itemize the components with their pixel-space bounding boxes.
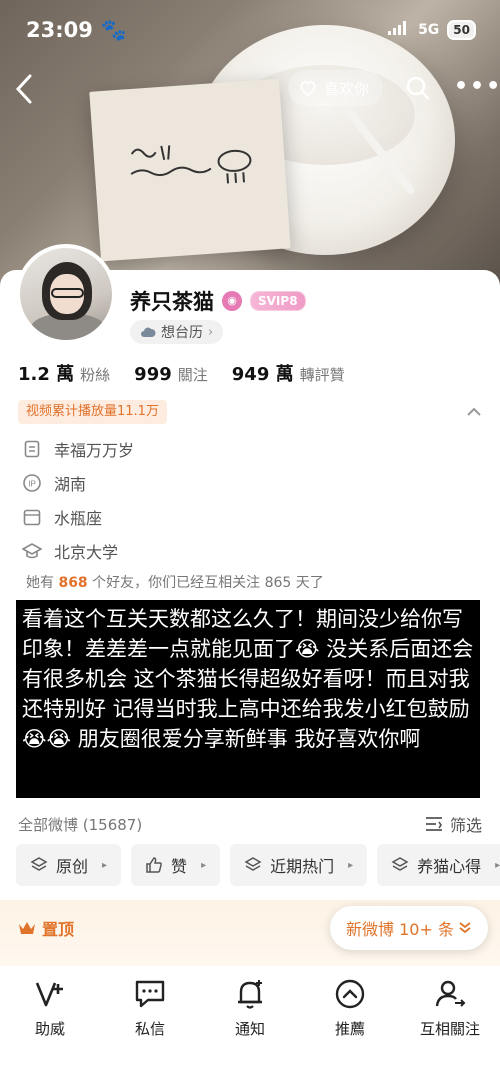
- info-text: 北京大学: [54, 543, 119, 562]
- info-text: 湖南: [54, 475, 87, 494]
- like-button[interactable]: 喜欢你: [288, 70, 384, 106]
- double-chevron-down-icon: [458, 919, 472, 938]
- nav-notify[interactable]: 通知: [205, 976, 295, 1080]
- caption-overlay: 看着这个互关天数都这么久了！期间没少给你写印象！差差差一点就能见面了😭 没关系后…: [16, 600, 480, 798]
- nav-cheer[interactable]: 助威: [5, 976, 95, 1080]
- nav-recommend[interactable]: 推薦: [305, 976, 395, 1080]
- pinned-label[interactable]: 置顶: [18, 916, 74, 940]
- chip-label: 养猫心得: [417, 857, 482, 876]
- play-count-tag[interactable]: 视频累计播放量11.1万: [18, 400, 167, 424]
- crown-icon: [19, 922, 35, 934]
- graduation-cap-icon: [22, 541, 42, 561]
- profile-name-row: 养只茶猫 ◉ SVIP8: [130, 286, 306, 316]
- nav-label: 推薦: [334, 1020, 365, 1038]
- search-icon: [406, 76, 430, 100]
- profile-stats: 1.2 萬 粉絲 999 關注 949 萬 轉評贊: [18, 360, 345, 386]
- more-button[interactable]: •••: [454, 74, 500, 104]
- chip-label: 赞: [171, 857, 188, 876]
- chip-trending[interactable]: 近期热门 ▸: [230, 844, 368, 886]
- stat-likes[interactable]: 949 萬 轉評贊: [232, 360, 345, 386]
- bottom-action-bar: 助威 私信 通知 推薦 互相關注: [0, 966, 500, 1080]
- filter-button[interactable]: 筛选: [424, 812, 482, 836]
- weibo-category-chips: 原创 ▸ 赞 ▸ 近期热门 ▸ 养猫心得 ▸: [16, 844, 500, 886]
- user-follow-icon: [435, 980, 466, 1007]
- filter-label: 筛选: [449, 816, 482, 835]
- paw-icon: 🐾: [100, 17, 128, 42]
- stat-label: 粉絲: [80, 366, 111, 384]
- info-ip: IP 湖南: [22, 466, 482, 500]
- layers-icon: [244, 857, 262, 871]
- status-bar: 23:09 🐾 5G 50: [0, 0, 500, 60]
- nav-label: 助威: [34, 1020, 65, 1038]
- weibo-count[interactable]: 全部微博 (15687): [18, 814, 142, 835]
- mutual-friends-line[interactable]: 她有 868 个好友，你们已经互相关注 865 天了: [26, 572, 324, 592]
- v-plus-icon: [35, 982, 63, 1007]
- search-button[interactable]: [404, 74, 434, 104]
- info-text: 水瓶座: [54, 509, 103, 528]
- chat-icon: [135, 980, 165, 1008]
- info-text: 幸福万万岁: [54, 441, 135, 460]
- new-weibo-label: 新微博 10+ 条: [346, 920, 454, 939]
- triangle-right-icon: ▸: [102, 859, 108, 871]
- battery-icon: 50: [447, 20, 476, 40]
- info-zodiac: 水瓶座: [22, 500, 482, 534]
- like-button-label: 喜欢你: [324, 79, 370, 98]
- layers-icon: [30, 857, 48, 871]
- info-school: 北京大学: [22, 534, 482, 568]
- back-button[interactable]: [12, 72, 42, 108]
- chevron-up-icon[interactable]: [464, 402, 484, 422]
- stat-number: 999: [134, 364, 172, 385]
- thumbs-up-icon: [146, 857, 162, 873]
- triangle-right-icon: ▸: [495, 859, 500, 871]
- more-icon: •••: [454, 74, 500, 99]
- chip-likes[interactable]: 赞 ▸: [131, 844, 221, 886]
- top-nav: 喜欢你 •••: [0, 70, 500, 110]
- nav-label: 互相關注: [419, 1020, 480, 1038]
- signal-icon: [388, 21, 410, 39]
- new-weibo-button[interactable]: 新微博 10+ 条: [330, 906, 488, 950]
- friend-count: 868: [58, 575, 88, 591]
- stat-followers[interactable]: 1.2 萬 粉絲: [18, 360, 110, 386]
- stat-label: 關注: [177, 366, 208, 384]
- verified-badge-icon[interactable]: ◉: [222, 291, 242, 311]
- chevron-right-icon: ›: [208, 324, 214, 340]
- chip-original[interactable]: 原创 ▸: [16, 844, 122, 886]
- location-pill[interactable]: 想台历 ›: [130, 320, 224, 344]
- layers-icon: [391, 857, 409, 871]
- triangle-right-icon: ▸: [348, 859, 354, 871]
- location-label: 想台历: [161, 325, 203, 341]
- triangle-right-icon: ▸: [201, 859, 207, 871]
- chevron-left-icon: [15, 74, 32, 104]
- nav-label: 通知: [234, 1020, 265, 1038]
- stat-number: 949 萬: [231, 364, 294, 385]
- nav-label: 私信: [134, 1020, 165, 1038]
- profile-info-list: 幸福万万岁 IP 湖南 水瓶座 北京大学: [22, 432, 482, 568]
- ip-icon: IP: [22, 473, 42, 493]
- handwriting-doodle: [130, 145, 252, 184]
- nav-message[interactable]: 私信: [105, 976, 195, 1080]
- info-bio: 幸福万万岁: [22, 432, 482, 466]
- heart-hands-icon: [300, 81, 316, 97]
- svg-text:IP: IP: [28, 480, 36, 489]
- chip-label: 近期热门: [270, 857, 335, 876]
- avatar[interactable]: [16, 244, 116, 344]
- cloud-icon: [141, 327, 156, 337]
- stat-number: 1.2 萬: [18, 364, 75, 385]
- network-type: 5G: [418, 22, 440, 38]
- svip-badge[interactable]: SVIP8: [250, 291, 306, 311]
- profile-name: 养只茶猫: [130, 290, 214, 314]
- stat-following[interactable]: 999 關注: [134, 364, 208, 385]
- stat-label: 轉評贊: [299, 366, 345, 384]
- bell-icon: [238, 980, 262, 1009]
- chip-cat-tips[interactable]: 养猫心得 ▸: [377, 844, 500, 886]
- nav-mutual[interactable]: 互相關注: [405, 976, 495, 1080]
- calendar-icon: [22, 507, 42, 527]
- status-time: 23:09: [26, 18, 93, 42]
- filter-icon: [425, 817, 442, 831]
- document-icon: [22, 439, 42, 459]
- weibo-header: 全部微博 (15687) 筛选: [18, 812, 482, 836]
- up-circle-icon: [335, 979, 365, 1009]
- chip-label: 原创: [56, 857, 89, 876]
